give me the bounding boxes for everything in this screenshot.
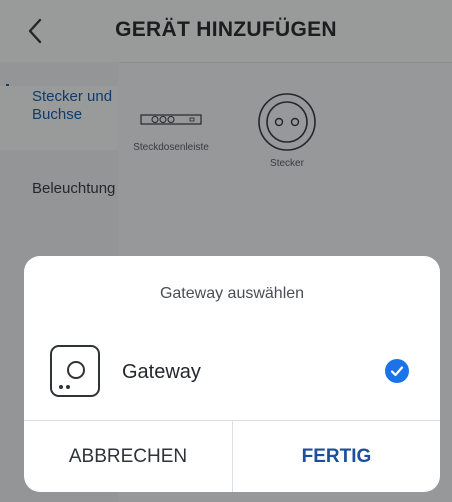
- cancel-button[interactable]: ABBRECHEN: [24, 421, 232, 492]
- gateway-option[interactable]: Gateway: [24, 342, 440, 400]
- gateway-icon: [50, 345, 100, 397]
- done-button[interactable]: FERTIG: [233, 421, 440, 492]
- gateway-label: Gateway: [122, 361, 201, 383]
- checkmark-icon[interactable]: [385, 359, 409, 383]
- dialog-title: Gateway auswählen: [159, 285, 305, 302]
- gateway-select-dialog: Gateway auswählen Gateway ABBRECHEN FERT…: [24, 256, 440, 492]
